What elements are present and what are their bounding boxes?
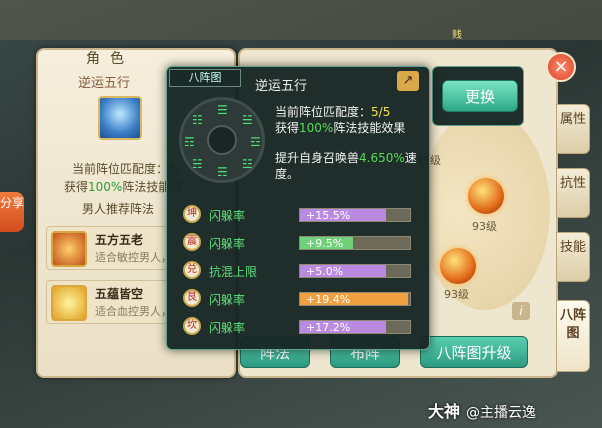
tab-eight-formation[interactable]: 八阵图: [556, 300, 590, 372]
tab-resistance[interactable]: 抗性: [556, 168, 590, 218]
match-prefix: 当前阵位匹配度：: [275, 105, 372, 119]
tooltip-gain: 获得100%阵法技能效果: [275, 119, 405, 136]
watermark: 大神 @主播云逸: [428, 398, 536, 422]
stat-row: 震闪躲率 +9.5%: [183, 233, 423, 255]
watermark-handle: @主播云逸: [466, 405, 537, 421]
stat-label: 抗混上限: [209, 265, 258, 279]
share-button[interactable]: 分享: [0, 192, 24, 232]
tooltip-title: 逆运五行: [255, 79, 308, 94]
stat-value: +9.5%: [306, 237, 344, 250]
stat-value: +19.4%: [306, 293, 351, 306]
stat-value: +15.5%: [306, 209, 351, 222]
stat-row: 艮闪躲率 +19.4%: [183, 289, 423, 311]
map-marker-label: 贱: [452, 30, 462, 41]
tab-attributes[interactable]: 属性: [556, 104, 590, 154]
share-icon[interactable]: ↗: [397, 71, 419, 91]
trigram-icon: ☳: [242, 157, 253, 171]
gain-prefix: 获得: [64, 180, 89, 194]
tooltip-tag: 八阵图: [169, 69, 241, 87]
seal-icon: 坤: [183, 205, 201, 223]
panel-header: 角色: [86, 51, 134, 67]
stat-bar: +15.5%: [299, 208, 411, 222]
pet-level: 93级: [472, 220, 497, 233]
trigram-icon: ☴: [217, 165, 228, 179]
close-button[interactable]: ×: [546, 52, 576, 82]
info-icon[interactable]: i: [512, 302, 530, 320]
bagua-center: [207, 125, 237, 155]
trigram-icon: ☰: [217, 103, 228, 117]
seal-icon: 兑: [183, 261, 201, 279]
tooltip-match: 当前阵位匹配度：5/5: [275, 103, 390, 120]
stat-row: 坎闪躲率 +17.2%: [183, 317, 423, 339]
stat-row: 兑抗混上限 +5.0%: [183, 261, 423, 283]
upgrade-formation-button[interactable]: 八阵图升级: [420, 336, 528, 368]
pet-orb[interactable]: [440, 248, 476, 284]
stat-label: 闪躲率: [209, 237, 246, 251]
seal-icon: 艮: [183, 289, 201, 307]
match-label: 当前阵位匹配度：5/: [72, 162, 180, 176]
bagua-icon: ☰ ☱ ☲ ☳ ☴ ☵ ☶ ☷: [179, 97, 265, 183]
background-beam: [0, 0, 602, 40]
trigram-icon: ☱: [242, 113, 253, 127]
stat-label: 闪躲率: [209, 209, 246, 223]
gain-value: 100%: [299, 121, 334, 135]
recommend-name: 五方五老: [95, 233, 144, 247]
stat-label: 闪躲率: [209, 293, 246, 307]
trigram-icon: ☲: [250, 135, 261, 149]
stat-bar: +9.5%: [299, 236, 411, 250]
gain-label: 获得100%阵法技能效: [64, 178, 182, 195]
watermark-brand: 大神: [428, 402, 461, 421]
stat-row: 坤闪躲率 +15.5%: [183, 205, 423, 227]
gain-value: 100%: [88, 180, 123, 194]
seal-icon: 震: [183, 233, 201, 251]
formation-tooltip: 八阵图 逆运五行 ↗ ☰ ☱ ☲ ☳ ☴ ☵ ☶ ☷ 当前阵位匹配度：5/5 获…: [166, 66, 430, 350]
match-value: 5/5: [371, 105, 391, 119]
recommend-title: 男人推荐阵法: [82, 202, 155, 216]
trigram-icon: ☶: [184, 135, 195, 149]
tooltip-boost-line2: 度。: [275, 167, 300, 181]
gain-prefix: 获得: [275, 121, 300, 135]
stat-value: +5.0%: [306, 265, 344, 278]
formation-art-icon[interactable]: [98, 96, 142, 140]
boost-value: 4.650%: [359, 151, 405, 165]
tab-skills[interactable]: 技能: [556, 232, 590, 282]
combo-title: 逆运五行: [78, 76, 131, 91]
pet-orb[interactable]: [468, 178, 504, 214]
stat-value: +17.2%: [306, 321, 351, 334]
replace-button[interactable]: 更换: [442, 80, 518, 112]
recommend-name: 五蕴皆空: [95, 287, 144, 301]
trigram-icon: ☵: [192, 157, 203, 171]
gain-suffix: 阵法技能效果: [333, 121, 406, 135]
stat-bar: +19.4%: [299, 292, 411, 306]
boost-suffix: 速: [404, 151, 417, 165]
boost-prefix: 提升自身召唤兽: [275, 151, 360, 165]
recommend-desc: 适合血控男人，: [95, 305, 172, 318]
stat-bar: +5.0%: [299, 264, 411, 278]
trigram-icon: ☷: [192, 113, 203, 127]
stat-label: 闪躲率: [209, 321, 246, 335]
recommend-desc: 适合敏控男人，: [95, 251, 172, 264]
formation-thumb-icon: [51, 231, 87, 267]
tooltip-boost: 提升自身召唤兽4.650%速: [275, 149, 417, 166]
stat-bar: +17.2%: [299, 320, 411, 334]
seal-icon: 坎: [183, 317, 201, 335]
pet-level: 93级: [444, 288, 469, 301]
formation-thumb-icon: [51, 285, 87, 321]
